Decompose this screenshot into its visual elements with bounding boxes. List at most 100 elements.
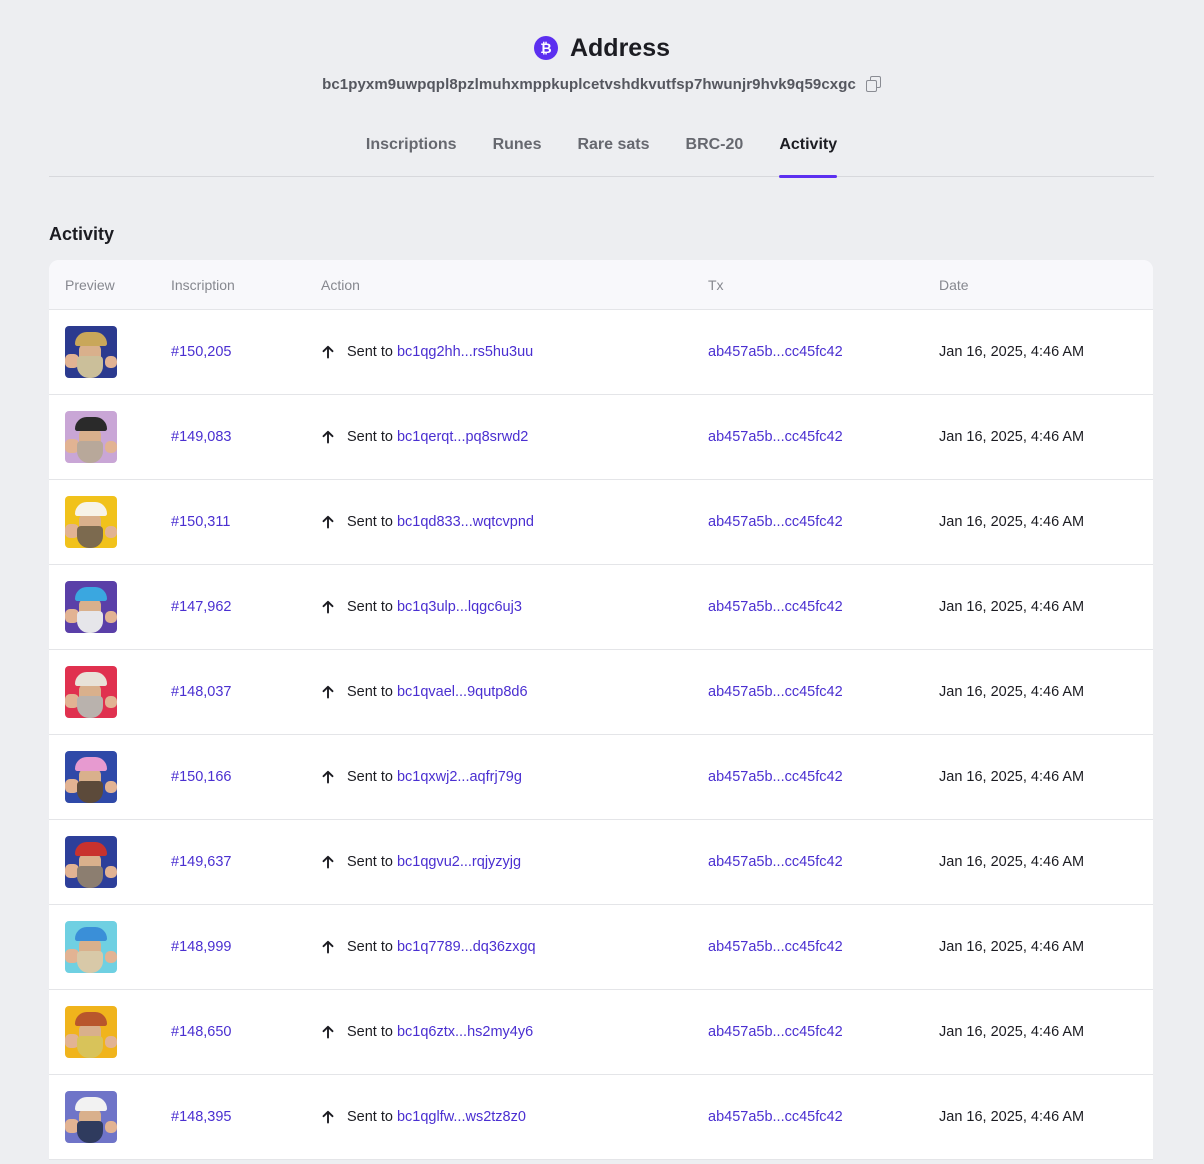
bitcoin-icon: ₿: [533, 36, 558, 60]
action-cell: Sent to bc1q3ulp...lqgc6uj3: [321, 599, 708, 615]
tx-link[interactable]: ab457a5b...cc45fc42: [708, 684, 843, 700]
thumbnail-hat: [75, 672, 107, 686]
recipient-link[interactable]: bc1qd833...wqtcvpnd: [397, 514, 534, 530]
tx-cell: ab457a5b...cc45fc42: [708, 514, 939, 530]
thumbnail-beard: [77, 441, 103, 463]
table-row: #150,205 Sent to bc1qg2hh...rs5hu3uu ab457a…: [49, 310, 1153, 395]
thumbnail-hat: [75, 417, 107, 431]
action-label: Sent to: [347, 344, 393, 360]
date-cell: Jan 16, 2025, 4:46 AM: [939, 854, 1085, 870]
preview-cell: [49, 921, 171, 973]
preview-cell: [49, 326, 171, 378]
action-label: Sent to: [347, 939, 393, 955]
inscription-cell: #149,637: [171, 854, 321, 870]
recipient-link[interactable]: bc1qglfw...ws2tz8z0: [397, 1109, 526, 1125]
inscription-thumbnail[interactable]: [65, 496, 117, 548]
recipient-link[interactable]: bc1q6ztx...hs2my4y6: [397, 1024, 533, 1040]
thumbnail-hat: [75, 842, 107, 856]
tab-runes[interactable]: Runes: [475, 133, 560, 177]
arrow-up-icon: [322, 855, 334, 869]
address-header: ₿ Address bc1pyxm9uwpqpl8pzlmuhxmppkuplc…: [0, 0, 1204, 95]
copy-icon[interactable]: [864, 75, 882, 93]
preview-cell: [49, 496, 171, 548]
date-cell: Jan 16, 2025, 4:46 AM: [939, 599, 1085, 615]
inscription-link[interactable]: #149,637: [171, 854, 231, 870]
inscription-link[interactable]: #148,037: [171, 684, 231, 700]
inscription-link[interactable]: #150,205: [171, 344, 231, 360]
inscription-link[interactable]: #148,650: [171, 1024, 231, 1040]
tx-link[interactable]: ab457a5b...cc45fc42: [708, 429, 843, 445]
thumbnail-arm: [105, 1121, 117, 1133]
thumbnail-beard: [77, 1036, 103, 1058]
activity-table: Preview Inscription Action Tx Date #150,…: [49, 260, 1153, 1160]
recipient-link[interactable]: bc1q7789...dq36zxgq: [397, 939, 536, 955]
table-header: Preview Inscription Action Tx Date: [49, 260, 1153, 310]
tx-link[interactable]: ab457a5b...cc45fc42: [708, 599, 843, 615]
recipient-link[interactable]: bc1qgvu2...rqjyzyjg: [397, 854, 521, 870]
tx-cell: ab457a5b...cc45fc42: [708, 429, 939, 445]
table-row: #150,311 Sent to bc1qd833...wqtcvpnd ab457a…: [49, 480, 1153, 565]
tx-link[interactable]: ab457a5b...cc45fc42: [708, 1024, 843, 1040]
tab-brc-20[interactable]: BRC-20: [668, 133, 762, 177]
title-row: ₿ Address: [0, 33, 1204, 63]
inscription-link[interactable]: #149,083: [171, 429, 231, 445]
thumbnail-arm: [105, 951, 117, 963]
header-tx: Tx: [708, 276, 724, 293]
recipient-link[interactable]: bc1qxwj2...aqfrj79g: [397, 769, 522, 785]
tab-activity[interactable]: Activity: [761, 133, 855, 178]
preview-cell: [49, 411, 171, 463]
inscription-thumbnail[interactable]: [65, 581, 117, 633]
header-preview: Preview: [65, 276, 115, 293]
tx-link[interactable]: ab457a5b...cc45fc42: [708, 344, 843, 360]
inscription-link[interactable]: #150,311: [171, 514, 230, 530]
thumbnail-beard: [77, 1121, 103, 1143]
inscription-thumbnail[interactable]: [65, 326, 117, 378]
inscription-cell: #150,166: [171, 769, 321, 785]
date-cell: Jan 16, 2025, 4:46 AM: [939, 344, 1085, 360]
inscription-thumbnail[interactable]: [65, 411, 117, 463]
action-cell: Sent to bc1qgvu2...rqjyzyjg: [321, 854, 708, 870]
table-row: #149,083 Sent to bc1qerqt...pq8srwd2 ab457a…: [49, 395, 1153, 480]
recipient-link[interactable]: bc1qvael...9qutp8d6: [397, 684, 528, 700]
preview-cell: [49, 1091, 171, 1143]
tx-cell: ab457a5b...cc45fc42: [708, 939, 939, 955]
inscription-cell: #148,650: [171, 1024, 321, 1040]
tx-link[interactable]: ab457a5b...cc45fc42: [708, 854, 843, 870]
inscription-link[interactable]: #147,962: [171, 599, 231, 615]
date-cell: Jan 16, 2025, 4:46 AM: [939, 684, 1085, 700]
thumbnail-arm: [105, 356, 117, 368]
inscription-link[interactable]: #150,166: [171, 769, 231, 785]
recipient-link[interactable]: bc1qg2hh...rs5hu3uu: [397, 344, 533, 360]
preview-cell: [49, 1006, 171, 1058]
inscription-thumbnail[interactable]: [65, 1006, 117, 1058]
thumbnail-hat: [75, 502, 107, 516]
inscription-cell: #150,311: [171, 514, 321, 530]
tab-rare-sats[interactable]: Rare sats: [559, 133, 667, 177]
arrow-up-icon: [322, 515, 334, 529]
inscription-thumbnail[interactable]: [65, 666, 117, 718]
thumbnail-hat: [75, 1012, 107, 1026]
tx-link[interactable]: ab457a5b...cc45fc42: [708, 939, 843, 955]
tx-link[interactable]: ab457a5b...cc45fc42: [708, 1109, 843, 1125]
inscription-thumbnail[interactable]: [65, 751, 117, 803]
action-cell: Sent to bc1qglfw...ws2tz8z0: [321, 1109, 708, 1125]
recipient-link[interactable]: bc1qerqt...pq8srwd2: [397, 429, 528, 445]
recipient-link[interactable]: bc1q3ulp...lqgc6uj3: [397, 599, 522, 615]
table-row: #148,037 Sent to bc1qvael...9qutp8d6 ab457a…: [49, 650, 1153, 735]
action-cell: Sent to bc1qerqt...pq8srwd2: [321, 429, 708, 445]
arrow-up-icon: [322, 940, 334, 954]
thumbnail-arm: [105, 441, 117, 453]
date-cell: Jan 16, 2025, 4:46 AM: [939, 429, 1085, 445]
tx-link[interactable]: ab457a5b...cc45fc42: [708, 769, 843, 785]
inscription-cell: #148,395: [171, 1109, 321, 1125]
tx-link[interactable]: ab457a5b...cc45fc42: [708, 514, 843, 530]
arrow-up-icon: [322, 430, 334, 444]
inscription-thumbnail[interactable]: [65, 921, 117, 973]
inscription-thumbnail[interactable]: [65, 836, 117, 888]
inscription-link[interactable]: #148,999: [171, 939, 231, 955]
inscription-link[interactable]: #148,395: [171, 1109, 231, 1125]
action-label: Sent to: [347, 1109, 393, 1125]
wallet-address: bc1pyxm9uwpqpl8pzlmuhxmppkuplcetvshdkvut…: [322, 75, 856, 93]
inscription-thumbnail[interactable]: [65, 1091, 117, 1143]
tab-inscriptions[interactable]: Inscriptions: [348, 133, 475, 177]
